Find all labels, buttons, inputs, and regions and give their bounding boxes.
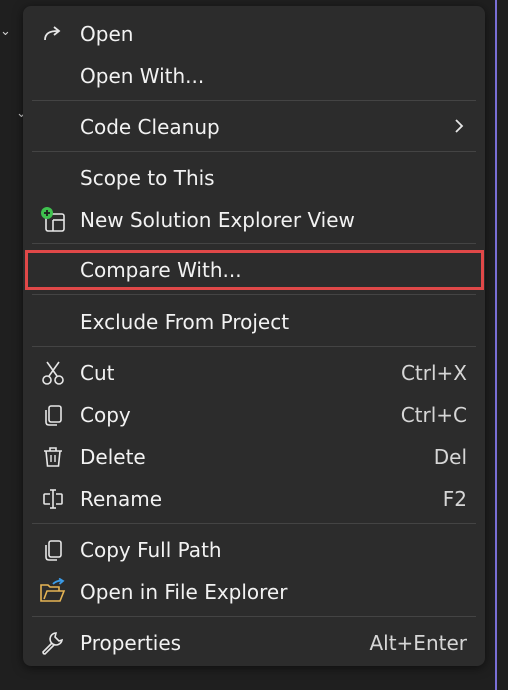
menu-item-code-cleanup[interactable]: Code Cleanup — [23, 107, 485, 147]
menu-item-label: Compare With... — [80, 258, 242, 282]
menu-item-delete[interactable]: Delete Del — [23, 437, 485, 477]
menu-item-label: New Solution Explorer View — [80, 208, 355, 232]
menu-separator — [32, 243, 476, 244]
menu-item-open-with[interactable]: Open With... — [23, 56, 485, 96]
rename-icon — [39, 485, 67, 513]
menu-item-label: Exclude From Project — [80, 310, 290, 334]
menu-item-label: Cut — [80, 361, 115, 385]
menu-item-shortcut: F2 — [442, 487, 467, 511]
menu-item-shortcut: Ctrl+C — [400, 403, 467, 427]
menu-item-open[interactable]: Open — [23, 14, 485, 54]
folder-open-icon — [39, 578, 67, 606]
context-menu: Open Open With... Code Cleanup Scope to … — [23, 6, 485, 666]
menu-item-scope-to-this[interactable]: Scope to This — [23, 158, 485, 198]
copy-icon — [39, 536, 67, 564]
menu-item-shortcut: Alt+Enter — [369, 631, 467, 655]
menu-separator — [32, 100, 476, 101]
menu-item-label: Open in File Explorer — [80, 580, 288, 604]
window-edge — [495, 0, 497, 690]
menu-separator — [32, 346, 476, 347]
menu-item-new-solution-explorer-view[interactable]: New Solution Explorer View — [23, 200, 485, 240]
menu-separator — [32, 151, 476, 152]
menu-item-copy-full-path[interactable]: Copy Full Path — [23, 530, 485, 570]
menu-item-open-in-file-explorer[interactable]: Open in File Explorer — [23, 572, 485, 612]
menu-item-label: Code Cleanup — [80, 115, 220, 139]
menu-separator — [32, 294, 476, 295]
menu-item-label: Properties — [80, 631, 182, 655]
background-tree-area: ⌄ ⌄ — [0, 0, 27, 690]
menu-item-compare-with[interactable]: Compare With... — [23, 250, 485, 290]
menu-separator — [32, 523, 476, 524]
scissors-icon — [39, 359, 67, 387]
menu-item-shortcut: Ctrl+X — [400, 361, 467, 385]
menu-item-label: Copy Full Path — [80, 538, 222, 562]
menu-separator — [32, 616, 476, 617]
background-editor-area — [486, 0, 495, 690]
chevron-down-icon: ⌄ — [0, 24, 11, 39]
redirect-arrow-icon — [39, 20, 67, 48]
menu-item-label: Open — [80, 22, 134, 46]
trash-icon — [39, 443, 67, 471]
menu-item-exclude-from-project[interactable]: Exclude From Project — [23, 302, 485, 342]
new-solution-explorer-view-icon — [39, 206, 67, 234]
menu-item-cut[interactable]: Cut Ctrl+X — [23, 353, 485, 393]
menu-item-label: Delete — [80, 445, 146, 469]
menu-item-properties[interactable]: Properties Alt+Enter — [23, 623, 485, 663]
menu-item-label: Scope to This — [80, 166, 215, 190]
wrench-icon — [39, 629, 67, 657]
menu-item-label: Copy — [80, 403, 131, 427]
menu-item-rename[interactable]: Rename F2 — [23, 479, 485, 519]
menu-item-shortcut: Del — [433, 445, 467, 469]
copy-icon — [39, 401, 67, 429]
menu-item-label: Rename — [80, 487, 163, 511]
chevron-right-icon — [453, 115, 465, 139]
menu-item-label: Open With... — [80, 64, 205, 88]
menu-item-copy[interactable]: Copy Ctrl+C — [23, 395, 485, 435]
